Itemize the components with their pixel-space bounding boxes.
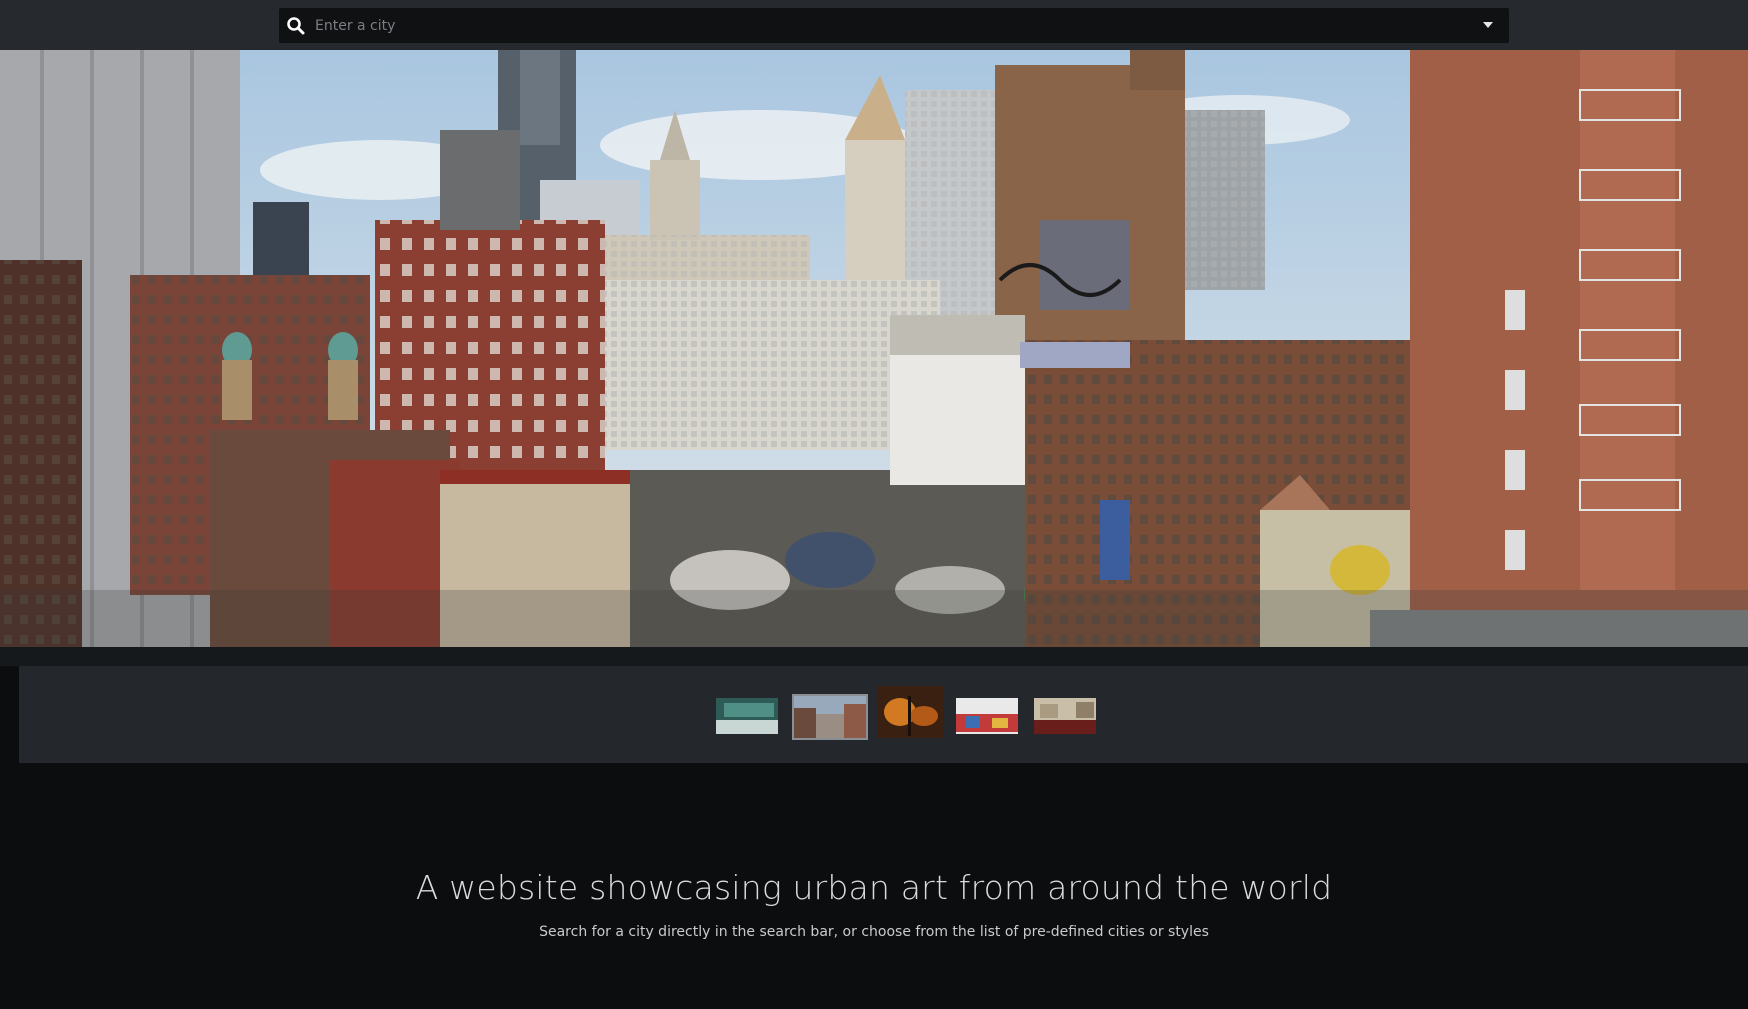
thumbnail-strip [19, 666, 1748, 763]
page-heading: A website showcasing urban art from arou… [415, 868, 1333, 907]
thumbnail-1[interactable] [714, 696, 780, 736]
thumbnail-3[interactable] [876, 684, 946, 740]
top-bar [0, 0, 1748, 50]
thumbnail-2-active[interactable] [792, 694, 868, 740]
city-rooftops-illustration [0, 50, 1748, 647]
thumbnail-image [878, 686, 944, 738]
hero-image [0, 50, 1748, 647]
city-search-input[interactable] [315, 8, 1455, 43]
page-subheading: Search for a city directly in the search… [539, 924, 1209, 940]
thumbnail-4[interactable] [954, 696, 1020, 736]
hero-footer-strip [0, 647, 1748, 666]
caret-down-icon[interactable] [1483, 22, 1493, 28]
thumbnail-image [716, 698, 778, 734]
city-search-bar[interactable] [279, 8, 1509, 43]
thumbnail-image [956, 698, 1018, 734]
thumbnail-5[interactable] [1032, 696, 1098, 736]
thumbnail-image [1034, 698, 1096, 734]
search-icon[interactable] [285, 15, 307, 37]
thumbnail-image [794, 696, 866, 738]
